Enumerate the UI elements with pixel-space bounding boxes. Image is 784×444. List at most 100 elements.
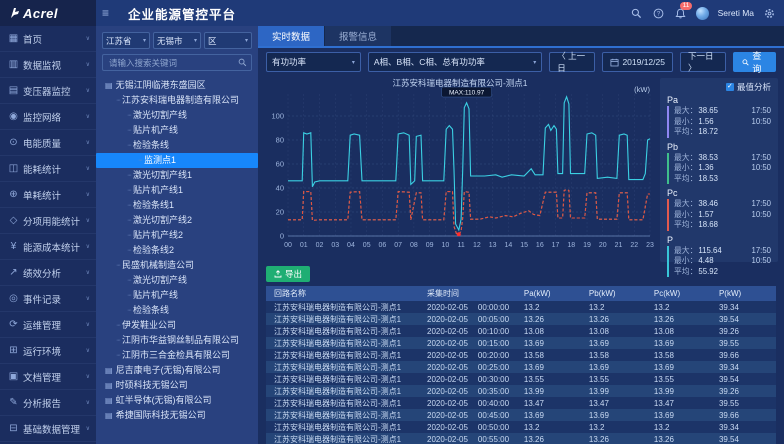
sidebar-item-environment[interactable]: ⊞运行环境∨ bbox=[0, 338, 96, 364]
table-body: 江苏安科瑞电器制造有限公司-测点12020-02-0500:00:0013.21… bbox=[266, 301, 776, 444]
search-icon[interactable] bbox=[238, 58, 247, 67]
tree-node[interactable]: ···江苏安科瑞电器制造有限公司 bbox=[102, 93, 252, 108]
sidebar-item-performance[interactable]: ↗绩效分析∨ bbox=[0, 260, 96, 286]
sidebar-item-energy-stats[interactable]: ◫能耗统计∨ bbox=[0, 156, 96, 182]
sidebar-item-label: 监控网络 bbox=[23, 110, 61, 124]
district-select[interactable]: 区▾ bbox=[204, 32, 252, 49]
table-row[interactable]: 江苏安科瑞电器制造有限公司-测点12020-02-0500:50:0013.21… bbox=[266, 421, 776, 433]
tree-node[interactable]: ▤尼吉康电子(无锡)有限公司 bbox=[102, 363, 252, 378]
cell-pa: 13.26 bbox=[516, 313, 581, 325]
help-icon[interactable]: ? bbox=[652, 7, 665, 20]
tree-node[interactable]: ···检验条线 bbox=[102, 138, 252, 153]
tab-realtime-data[interactable]: 实时数据 bbox=[258, 26, 324, 46]
tree-node[interactable]: ···激光切割产线 bbox=[102, 273, 252, 288]
table-row[interactable]: 江苏安科瑞电器制造有限公司-测点12020-02-0500:35:0013.99… bbox=[266, 385, 776, 397]
date-picker[interactable]: 2019/12/25 bbox=[602, 52, 673, 72]
stats-row-avg: 平均：18.53 bbox=[674, 174, 771, 185]
sidebar-item-home[interactable]: ▦首页∨ bbox=[0, 26, 96, 52]
stats-row-label: 最小： bbox=[674, 256, 697, 267]
tree-node[interactable]: ···激光切割产线2 bbox=[102, 213, 252, 228]
tree-node[interactable]: ···贴片机产线 bbox=[102, 288, 252, 303]
table-row[interactable]: 江苏安科瑞电器制造有限公司-测点12020-02-0500:55:0013.26… bbox=[266, 433, 776, 444]
sidebar-item-event-record[interactable]: ◎事件记录∨ bbox=[0, 286, 96, 312]
tree-node[interactable]: ···检验条线1 bbox=[102, 198, 252, 213]
tree-node[interactable]: ···检验条线2 bbox=[102, 243, 252, 258]
stats-row-label: 最小： bbox=[674, 117, 697, 128]
prev-day-button[interactable]: 〈 上一日 bbox=[549, 52, 595, 72]
menu-toggle-icon[interactable]: ≡ bbox=[102, 0, 109, 26]
sidebar-item-network[interactable]: ◉监控网络∨ bbox=[0, 104, 96, 130]
sidebar-menu: ▦首页∨▥数据监视∨▤变压器监控∨◉监控网络∨⊙电能质量∨◫能耗统计∨⊕单耗统计… bbox=[0, 26, 96, 444]
sidebar-item-power-quality[interactable]: ⊙电能质量∨ bbox=[0, 130, 96, 156]
cell-pa: 13.2 bbox=[516, 421, 581, 433]
query-button[interactable]: 查询 bbox=[733, 52, 776, 72]
tree-node[interactable]: ···江阴市华益钢丝制品有限公司 bbox=[102, 333, 252, 348]
tree-node[interactable]: ···贴片机产线 bbox=[102, 123, 252, 138]
sidebar-item-unit-consumption[interactable]: ⊕单耗统计∨ bbox=[0, 182, 96, 208]
tree-connector: ··· bbox=[127, 168, 131, 183]
next-day-button[interactable]: 下一日 〉 bbox=[680, 52, 726, 72]
tree-node[interactable]: ···激光切割产线 bbox=[102, 108, 252, 123]
tree-node[interactable]: ▤希捷国际科技无锡公司 bbox=[102, 408, 252, 423]
page-title: 企业能源管控平台 bbox=[128, 0, 236, 26]
sidebar-item-report[interactable]: ✎分析报告∨ bbox=[0, 390, 96, 416]
province-select[interactable]: 江苏省▾ bbox=[102, 32, 150, 49]
table-row[interactable]: 江苏安科瑞电器制造有限公司-测点12020-02-0500:10:0013.08… bbox=[266, 325, 776, 337]
sidebar-item-label: 运维管理 bbox=[23, 318, 61, 332]
table-row[interactable]: 江苏安科瑞电器制造有限公司-测点12020-02-0500:00:0013.21… bbox=[266, 301, 776, 313]
sidebar-item-label: 单耗统计 bbox=[23, 188, 61, 202]
tree-node[interactable]: ▤虹半导体(无锡)有限公司 bbox=[102, 393, 252, 408]
search-icon[interactable] bbox=[630, 7, 643, 20]
table-row[interactable]: 江苏安科瑞电器制造有限公司-测点12020-02-0500:25:0013.69… bbox=[266, 361, 776, 373]
chevron-down-icon: ▾ bbox=[245, 37, 248, 44]
cell-time: 2020-02-0500:40:00 bbox=[419, 397, 516, 409]
tree-node[interactable]: ···贴片机产线2 bbox=[102, 228, 252, 243]
tree-node-label: 激光切割产线 bbox=[133, 273, 187, 288]
table-row[interactable]: 江苏安科瑞电器制造有限公司-测点12020-02-0500:40:0013.47… bbox=[266, 397, 776, 409]
cell-p: 39.54 bbox=[711, 373, 776, 385]
notifications-bell-icon[interactable]: 11 bbox=[674, 7, 687, 20]
tree-node[interactable]: ···贴片机产线1 bbox=[102, 183, 252, 198]
sidebar-item-transformer[interactable]: ▤变压器监控∨ bbox=[0, 78, 96, 104]
table-row[interactable]: 江苏安科瑞电器制造有限公司-测点12020-02-0500:45:0013.69… bbox=[266, 409, 776, 421]
sidebar-item-document[interactable]: ▣文档管理∨ bbox=[0, 364, 96, 390]
cell-p: 39.66 bbox=[711, 409, 776, 421]
svg-text:23: 23 bbox=[646, 242, 654, 249]
tree-search-input[interactable] bbox=[107, 57, 238, 69]
tree-panel: 江苏省▾ 无锡市▾ 区▾ ▤无锡江阴临港东盛园区···江苏安科瑞电器制造有限公司… bbox=[96, 26, 258, 444]
avatar[interactable] bbox=[696, 7, 709, 20]
table-row[interactable]: 江苏安科瑞电器制造有限公司-测点12020-02-0500:20:0013.58… bbox=[266, 349, 776, 361]
sidebar-item-data-monitor[interactable]: ▥数据监视∨ bbox=[0, 52, 96, 78]
tree-node[interactable]: ···江阴市三合金检具有限公司 bbox=[102, 348, 252, 363]
table-row[interactable]: 江苏安科瑞电器制造有限公司-测点12020-02-0500:30:0013.55… bbox=[266, 373, 776, 385]
tab-alarm-info[interactable]: 报警信息 bbox=[325, 26, 391, 46]
tree-node[interactable]: ▤无锡江阴临港东盛园区 bbox=[102, 78, 252, 93]
max-min-analysis-checkbox[interactable]: ✓ 最值分析 bbox=[667, 81, 771, 93]
export-button[interactable]: 导出 bbox=[266, 266, 310, 282]
sidebar-item-subitem-energy[interactable]: ◇分项用能统计∨ bbox=[0, 208, 96, 234]
cell-p: 39.54 bbox=[711, 433, 776, 444]
tree-node[interactable]: ···民盛机械制造公司 bbox=[102, 258, 252, 273]
cell-date: 2020-02-05 bbox=[427, 339, 468, 348]
sidebar-item-base-data[interactable]: ⊟基础数据管理∨ bbox=[0, 416, 96, 442]
tree-node[interactable]: ···检验条线 bbox=[102, 303, 252, 318]
sidebar-item-label: 事件记录 bbox=[23, 292, 61, 306]
cell-time: 2020-02-0500:25:00 bbox=[419, 361, 516, 373]
sidebar-item-ops-management[interactable]: ⟳运维管理∨ bbox=[0, 312, 96, 338]
gear-icon[interactable] bbox=[763, 7, 776, 20]
table-row[interactable]: 江苏安科瑞电器制造有限公司-测点12020-02-0500:15:0013.69… bbox=[266, 337, 776, 349]
tree-node[interactable]: ▤时硕科技无锡公司 bbox=[102, 378, 252, 393]
sidebar-item-energy-cost[interactable]: ¥能源成本统计∨ bbox=[0, 234, 96, 260]
table-row[interactable]: 江苏安科瑞电器制造有限公司-测点12020-02-0500:05:0013.26… bbox=[266, 313, 776, 325]
metric-select[interactable]: 有功功率▾ bbox=[266, 52, 361, 72]
svg-text:03: 03 bbox=[331, 242, 339, 249]
chevron-down-icon: ∨ bbox=[84, 139, 90, 146]
energy-cost-icon: ¥ bbox=[7, 241, 20, 252]
phase-select[interactable]: A相、B相、C相、总有功功率▾ bbox=[368, 52, 542, 72]
svg-text:14: 14 bbox=[504, 242, 512, 249]
city-select[interactable]: 无锡市▾ bbox=[153, 32, 201, 49]
tree-node-selected[interactable]: ···监测点1 bbox=[96, 153, 258, 168]
tree-node[interactable]: ···激光切割产线1 bbox=[102, 168, 252, 183]
cell-time-value: 00:15:00 bbox=[478, 339, 509, 348]
tree-node[interactable]: ···伊发鞋业公司 bbox=[102, 318, 252, 333]
